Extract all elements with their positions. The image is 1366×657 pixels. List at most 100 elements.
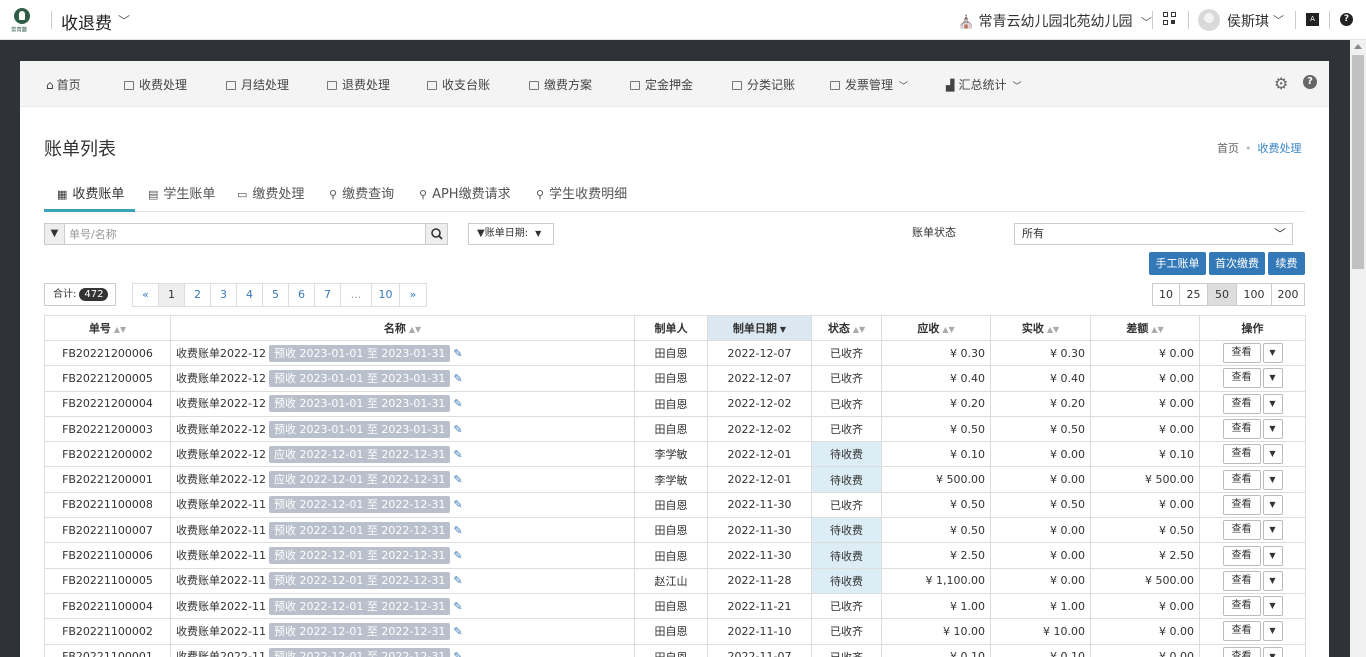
- pencil-icon[interactable]: ✎: [453, 498, 462, 511]
- col-header-status[interactable]: 状态 ▲▼: [811, 315, 882, 341]
- view-button[interactable]: 查看: [1222, 343, 1261, 364]
- page-size-option[interactable]: 100: [1237, 284, 1272, 305]
- pencil-icon[interactable]: ✎: [453, 397, 462, 410]
- view-button[interactable]: 查看: [1222, 596, 1261, 617]
- date-filter-button[interactable]: ▼账单日期: ▼: [468, 223, 554, 245]
- view-button[interactable]: 查看: [1222, 494, 1261, 515]
- caret-down-icon[interactable]: ▼: [1262, 444, 1283, 465]
- page-size-option[interactable]: 10: [1153, 284, 1180, 305]
- view-button[interactable]: 查看: [1222, 419, 1261, 440]
- menu-item-invoice[interactable]: 发票管理 ﹀: [830, 76, 908, 93]
- col-header-no[interactable]: 单号 ▲▼: [44, 315, 171, 341]
- logo[interactable]: 常青藤: [11, 8, 33, 34]
- pager-next[interactable]: »: [400, 284, 426, 306]
- breadcrumb-home[interactable]: 首页: [1217, 142, 1239, 155]
- menu-item-refund[interactable]: 退费处理: [327, 76, 390, 93]
- menu-item-home[interactable]: ⌂ 首页: [46, 76, 81, 93]
- view-button[interactable]: 查看: [1222, 545, 1261, 566]
- pencil-icon[interactable]: ✎: [453, 448, 462, 461]
- pencil-icon[interactable]: ✎: [453, 600, 462, 613]
- col-header-date[interactable]: 制单日期 ▼: [707, 315, 812, 341]
- pager-page[interactable]: 6: [289, 284, 315, 306]
- pager-page[interactable]: 2: [185, 284, 211, 306]
- chevron-down-icon[interactable]: ﹀: [1273, 12, 1284, 28]
- caret-down-icon[interactable]: ▼: [1262, 469, 1283, 490]
- filter-icon[interactable]: ▼: [45, 224, 65, 244]
- search-input[interactable]: [69, 225, 419, 243]
- menu-item-deposit[interactable]: 定金押金: [630, 76, 693, 93]
- tab-aph-request[interactable]: ⚲ APH缴费请求: [419, 183, 511, 202]
- help-icon[interactable]: ?: [1303, 75, 1317, 89]
- view-button[interactable]: 查看: [1222, 368, 1261, 389]
- pager-page[interactable]: 5: [263, 284, 289, 306]
- avatar[interactable]: [1198, 9, 1220, 31]
- pager-page[interactable]: 1: [159, 284, 185, 306]
- qrcode-icon[interactable]: [1163, 12, 1177, 26]
- menu-item-charge[interactable]: 收费处理: [124, 76, 187, 93]
- col-header-name[interactable]: 名称 ▲▼: [170, 315, 635, 341]
- breadcrumb-current[interactable]: 收费处理: [1258, 142, 1302, 155]
- view-button[interactable]: 查看: [1222, 444, 1261, 465]
- scrollbar-thumb[interactable]: [1352, 55, 1364, 269]
- view-button[interactable]: 查看: [1222, 646, 1261, 657]
- user-name[interactable]: 侯斯琪: [1227, 11, 1269, 31]
- renew-button[interactable]: 续费: [1268, 252, 1305, 275]
- caret-down-icon[interactable]: ▼: [1262, 621, 1283, 642]
- caret-down-icon[interactable]: ▼: [1262, 545, 1283, 566]
- pencil-icon[interactable]: ✎: [453, 372, 462, 385]
- help-icon[interactable]: ?: [1340, 13, 1353, 26]
- tab-charge-bills[interactable]: ▦ 收费账单: [57, 183, 124, 202]
- pager-page[interactable]: 7: [315, 284, 341, 306]
- caret-down-icon[interactable]: ▼: [1262, 596, 1283, 617]
- page-size-option[interactable]: 50: [1208, 284, 1237, 305]
- caret-down-icon[interactable]: ▼: [1262, 393, 1283, 414]
- pencil-icon[interactable]: ✎: [453, 549, 462, 562]
- pencil-icon[interactable]: ✎: [453, 423, 462, 436]
- caret-down-icon[interactable]: ▼: [1262, 368, 1283, 389]
- tab-payment[interactable]: ▭ 缴费处理: [237, 183, 304, 202]
- first-payment-button[interactable]: 首次缴费: [1209, 252, 1265, 275]
- font-size-icon[interactable]: A: [1306, 13, 1319, 26]
- view-button[interactable]: 查看: [1222, 570, 1261, 591]
- pencil-icon[interactable]: ✎: [453, 473, 462, 486]
- pencil-icon[interactable]: ✎: [453, 625, 462, 638]
- pencil-icon[interactable]: ✎: [453, 574, 462, 587]
- manual-bill-button[interactable]: 手工账单: [1149, 252, 1206, 275]
- menu-item-monthly[interactable]: 月结处理: [226, 76, 289, 93]
- menu-item-ledger[interactable]: 收支台账: [427, 76, 490, 93]
- tab-student-detail[interactable]: ⚲ 学生收费明细: [536, 183, 627, 202]
- caret-down-icon[interactable]: ▼: [1262, 646, 1283, 657]
- pager-page[interactable]: 4: [237, 284, 263, 306]
- school-selector[interactable]: ⛪ 常青云幼儿园北苑幼儿园 ﹀: [958, 11, 1152, 31]
- col-header-paid[interactable]: 实收 ▲▼: [990, 315, 1091, 341]
- chevron-down-icon[interactable]: ﹀: [118, 12, 130, 29]
- col-header-due[interactable]: 应收 ▲▼: [881, 315, 991, 341]
- menu-item-summary[interactable]: ▟ 汇总统计 ﹀: [946, 76, 1022, 93]
- page-size-option[interactable]: 200: [1272, 284, 1304, 305]
- caret-down-icon[interactable]: ▼: [1262, 343, 1283, 364]
- caret-down-icon[interactable]: ▼: [1262, 494, 1283, 515]
- pencil-icon[interactable]: ✎: [453, 524, 462, 537]
- search-button[interactable]: [425, 224, 447, 244]
- page-size-option[interactable]: 25: [1180, 284, 1208, 305]
- app-title[interactable]: 收退费: [61, 9, 112, 34]
- caret-down-icon[interactable]: ▼: [1262, 419, 1283, 440]
- tab-student-bills[interactable]: ▤ 学生账单: [148, 183, 215, 202]
- pencil-icon[interactable]: ✎: [453, 650, 462, 657]
- menu-item-category[interactable]: 分类记账: [732, 76, 795, 93]
- view-button[interactable]: 查看: [1222, 520, 1261, 541]
- pager-page[interactable]: 3: [211, 284, 237, 306]
- gear-icon[interactable]: ⚙: [1274, 74, 1288, 93]
- view-button[interactable]: 查看: [1222, 469, 1261, 490]
- pencil-icon[interactable]: ✎: [453, 347, 462, 360]
- caret-down-icon[interactable]: ▼: [1262, 520, 1283, 541]
- menu-item-plan[interactable]: 缴费方案: [529, 76, 592, 93]
- view-button[interactable]: 查看: [1222, 393, 1261, 414]
- view-button[interactable]: 查看: [1222, 621, 1261, 642]
- status-filter-select[interactable]: 所有 ﹀: [1014, 223, 1293, 245]
- pager-prev[interactable]: «: [133, 284, 159, 306]
- scroll-up-icon[interactable]: [1354, 44, 1362, 49]
- pager-page[interactable]: 10: [372, 284, 400, 306]
- tab-payment-query[interactable]: ⚲ 缴费查询: [329, 183, 394, 202]
- caret-down-icon[interactable]: ▼: [1262, 570, 1283, 591]
